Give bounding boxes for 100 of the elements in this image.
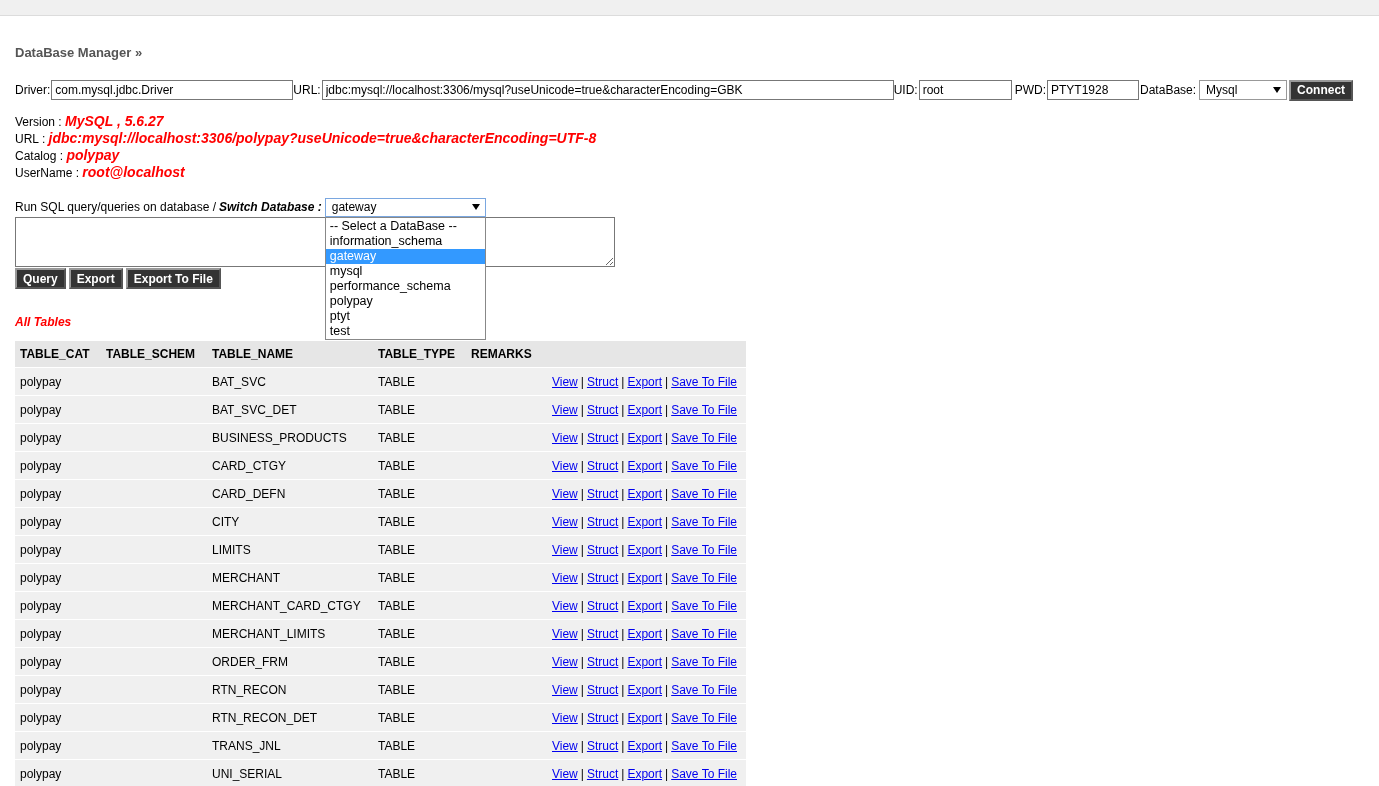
table-action-link[interactable]: Save To File <box>671 402 737 417</box>
table-cell: polypay <box>15 535 101 564</box>
table-action-link[interactable]: Export <box>627 374 663 389</box>
table-action-link[interactable]: Save To File <box>671 626 737 641</box>
table-action-link[interactable]: Export <box>627 682 663 697</box>
table-action-link[interactable]: View <box>552 738 578 753</box>
table-action-link[interactable]: Export <box>627 626 663 641</box>
table-action-link[interactable]: Struct <box>586 682 619 697</box>
table-action-link[interactable]: Struct <box>586 514 619 529</box>
column-header: TABLE_SCHEM <box>101 341 207 368</box>
table-action-link[interactable]: Save To File <box>671 430 737 445</box>
field-label: URL: <box>293 83 321 97</box>
dropdown-option[interactable]: -- Select a DataBase -- <box>325 218 485 234</box>
table-action-link[interactable]: Struct <box>586 570 619 585</box>
table-cell: CITY <box>207 507 373 536</box>
password-field[interactable]: PTYT1928 <box>1047 80 1140 100</box>
table-action-link[interactable]: Save To File <box>671 514 737 529</box>
link-separator: | <box>580 430 584 445</box>
connect-button[interactable]: Connect <box>1289 79 1354 101</box>
caret-icon <box>471 204 480 210</box>
link-separator: | <box>580 738 584 753</box>
dropdown-option[interactable]: performance_schema <box>325 278 485 294</box>
table-action-link[interactable]: Struct <box>586 542 619 557</box>
table-action-link[interactable]: Save To File <box>671 682 737 697</box>
table-action-link[interactable]: Save To File <box>671 458 737 473</box>
table-action-link[interactable]: Struct <box>586 738 619 753</box>
table-action-link[interactable]: View <box>552 570 578 585</box>
query-action-button[interactable]: Export <box>68 268 123 289</box>
table-action-link[interactable]: Save To File <box>671 766 737 781</box>
link-separator: | <box>621 542 625 557</box>
table-action-link[interactable]: View <box>552 458 578 473</box>
table-action-link[interactable]: View <box>552 542 578 557</box>
table-action-link[interactable]: View <box>552 626 578 641</box>
table-action-link[interactable]: View <box>552 766 578 781</box>
dropdown-option[interactable]: ptyt <box>325 308 485 324</box>
table-action-link[interactable]: Save To File <box>671 710 737 725</box>
table-action-link[interactable]: Struct <box>586 710 619 725</box>
table-action-link[interactable]: Export <box>627 570 663 585</box>
table-action-link[interactable]: Struct <box>586 402 619 417</box>
table-action-link[interactable]: Export <box>627 738 663 753</box>
table-action-link[interactable]: Save To File <box>671 598 737 613</box>
table-cell: TABLE <box>373 423 466 452</box>
table-action-link[interactable]: Struct <box>586 626 619 641</box>
table-action-link[interactable]: Save To File <box>671 738 737 753</box>
table-action-link[interactable]: Export <box>627 402 663 417</box>
table-cell: MERCHANT <box>207 563 373 592</box>
query-action-button[interactable]: Export To File <box>125 268 221 289</box>
dropdown-option[interactable]: test <box>325 323 485 339</box>
table-action-link[interactable]: Save To File <box>671 570 737 585</box>
database-switch-select[interactable]: gateway <box>324 197 486 217</box>
table-action-link[interactable]: View <box>552 374 578 389</box>
table-action-link[interactable]: Save To File <box>671 542 737 557</box>
database-select[interactable]: Mysql <box>1199 80 1288 100</box>
table-action-link[interactable]: Export <box>627 430 663 445</box>
info-value: polypay <box>66 147 120 163</box>
url-field[interactable]: jdbc:mysql://localhost:3306/mysql?useUnicode=true&characterEncoding=GBK <box>321 80 894 100</box>
link-separator: | <box>621 598 625 613</box>
column-header: TABLE_NAME <box>207 341 373 368</box>
table-action-link[interactable]: View <box>552 486 578 501</box>
dropdown-option[interactable]: mysql <box>325 263 485 279</box>
dropdown-option[interactable]: polypay <box>325 293 485 309</box>
table-action-link[interactable]: View <box>552 514 578 529</box>
table-cell: BUSINESS_PRODUCTS <box>207 423 373 452</box>
table-action-link[interactable]: Save To File <box>671 374 737 389</box>
link-separator: | <box>621 374 625 389</box>
link-separator: | <box>665 682 669 697</box>
table-action-link[interactable]: Export <box>627 654 663 669</box>
field-label: DataBase: <box>1140 83 1197 97</box>
table-action-link[interactable]: Struct <box>586 654 619 669</box>
link-separator: | <box>621 654 625 669</box>
dropdown-option[interactable]: information_schema <box>325 233 485 249</box>
table-action-link[interactable]: Export <box>627 766 663 781</box>
table-action-link[interactable]: View <box>552 682 578 697</box>
table-action-link[interactable]: Save To File <box>671 486 737 501</box>
table-action-link[interactable]: View <box>552 430 578 445</box>
table-action-link[interactable]: Export <box>627 486 663 501</box>
table-action-link[interactable]: Export <box>627 542 663 557</box>
table-action-link[interactable]: Struct <box>586 766 619 781</box>
table-action-link[interactable]: View <box>552 710 578 725</box>
table-action-link[interactable]: Struct <box>586 374 619 389</box>
table-action-link[interactable]: View <box>552 654 578 669</box>
table-action-link[interactable]: Struct <box>586 430 619 445</box>
table-cell: TABLE <box>373 591 466 620</box>
table-action-link[interactable]: Struct <box>586 458 619 473</box>
section-heading: All Tables <box>15 315 72 331</box>
table-cell: polypay <box>15 591 101 620</box>
table-action-link[interactable]: Export <box>627 458 663 473</box>
table-action-link[interactable]: Struct <box>586 598 619 613</box>
table-action-link[interactable]: Struct <box>586 486 619 501</box>
driver-field[interactable]: com.mysql.jdbc.Driver <box>51 80 294 100</box>
table-cell: polypay <box>15 759 101 786</box>
table-action-link[interactable]: View <box>552 598 578 613</box>
uid-field[interactable]: root <box>918 80 1012 100</box>
table-action-link[interactable]: Export <box>627 598 663 613</box>
table-action-link[interactable]: Save To File <box>671 654 737 669</box>
query-action-button[interactable]: Query <box>15 268 66 289</box>
table-action-link[interactable]: Export <box>627 514 663 529</box>
table-action-link[interactable]: Export <box>627 710 663 725</box>
table-action-link[interactable]: View <box>552 402 578 417</box>
link-separator: | <box>665 626 669 641</box>
